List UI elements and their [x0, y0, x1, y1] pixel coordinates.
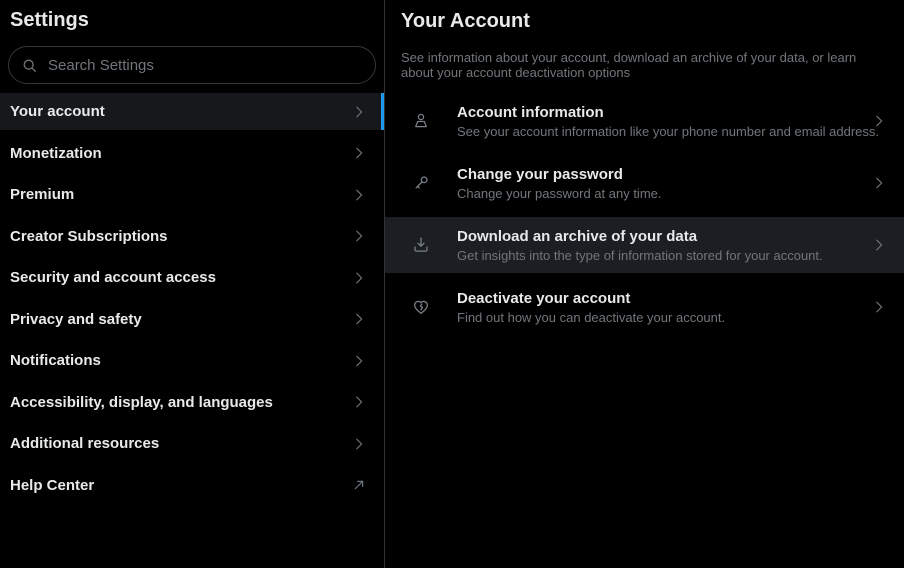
chevron-right-icon [350, 144, 368, 162]
chevron-right-icon [350, 103, 368, 121]
row-title: Download an archive of your data [457, 227, 823, 246]
chevron-right-icon [870, 236, 888, 254]
chevron-right-icon [350, 186, 368, 204]
chevron-right-icon [350, 435, 368, 453]
sidebar-item-premium[interactable]: Premium [0, 176, 384, 213]
account-options-list: Account information See your account inf… [385, 93, 904, 341]
settings-sidebar: Settings Your account Monetization Premi… [0, 0, 385, 568]
sidebar-item-label: Privacy and safety [10, 311, 142, 328]
sidebar-item-label: Creator Subscriptions [10, 228, 168, 245]
chevron-right-icon [350, 269, 368, 287]
settings-nav: Your account Monetization Premium Creato… [0, 93, 384, 508]
row-title: Change your password [457, 165, 662, 184]
page-description: See information about your account, down… [385, 50, 877, 80]
chevron-right-icon [350, 393, 368, 411]
row-text: Deactivate your account Find out how you… [457, 289, 725, 326]
chevron-right-icon [870, 174, 888, 192]
your-account-panel: Your Account See information about your … [385, 0, 904, 568]
sidebar-item-label: Help Center [10, 477, 94, 494]
chevron-right-icon [350, 352, 368, 370]
sidebar-item-label: Monetization [10, 145, 102, 162]
row-change-your-password[interactable]: Change your password Change your passwor… [385, 155, 904, 211]
row-download-archive[interactable]: Download an archive of your data Get ins… [385, 217, 904, 273]
key-icon [411, 173, 431, 193]
sidebar-item-privacy-and-safety[interactable]: Privacy and safety [0, 301, 384, 338]
sidebar-item-notifications[interactable]: Notifications [0, 342, 384, 379]
sidebar-item-label: Premium [10, 186, 74, 203]
row-title: Deactivate your account [457, 289, 725, 308]
chevron-right-icon [870, 298, 888, 316]
sidebar-item-label: Security and account access [10, 269, 216, 286]
search-input[interactable] [48, 57, 363, 74]
row-title: Account information [457, 103, 870, 122]
search-icon [21, 57, 38, 74]
sidebar-item-additional-resources[interactable]: Additional resources [0, 425, 384, 462]
external-link-icon [350, 476, 368, 494]
row-deactivate-account[interactable]: Deactivate your account Find out how you… [385, 279, 904, 335]
sidebar-title: Settings [0, 0, 384, 42]
chevron-right-icon [870, 112, 888, 130]
sidebar-item-security-and-account-access[interactable]: Security and account access [0, 259, 384, 296]
row-subtitle: Change your password at any time. [457, 186, 662, 202]
chevron-right-icon [350, 227, 368, 245]
search-settings-box[interactable] [8, 46, 376, 84]
row-text: Account information See your account inf… [457, 103, 870, 140]
sidebar-item-creator-subscriptions[interactable]: Creator Subscriptions [0, 218, 384, 255]
page-title: Your Account [385, 0, 904, 33]
row-subtitle: See your account information like your p… [457, 124, 870, 140]
person-icon [411, 111, 431, 131]
row-subtitle: Get insights into the type of informatio… [457, 248, 823, 264]
sidebar-item-label: Accessibility, display, and languages [10, 394, 273, 411]
download-icon [411, 235, 431, 255]
settings-app: Settings Your account Monetization Premi… [0, 0, 904, 568]
sidebar-item-accessibility-display-languages[interactable]: Accessibility, display, and languages [0, 384, 384, 421]
sidebar-item-label: Your account [10, 103, 105, 120]
row-text: Download an archive of your data Get ins… [457, 227, 823, 264]
row-text: Change your password Change your passwor… [457, 165, 662, 202]
sidebar-item-monetization[interactable]: Monetization [0, 135, 384, 172]
sidebar-item-your-account[interactable]: Your account [0, 93, 384, 130]
heart-broken-icon [411, 297, 431, 317]
row-account-information[interactable]: Account information See your account inf… [385, 93, 904, 149]
sidebar-item-help-center[interactable]: Help Center [0, 467, 384, 504]
sidebar-item-label: Additional resources [10, 435, 159, 452]
chevron-right-icon [350, 310, 368, 328]
row-subtitle: Find out how you can deactivate your acc… [457, 310, 725, 326]
sidebar-item-label: Notifications [10, 352, 101, 369]
